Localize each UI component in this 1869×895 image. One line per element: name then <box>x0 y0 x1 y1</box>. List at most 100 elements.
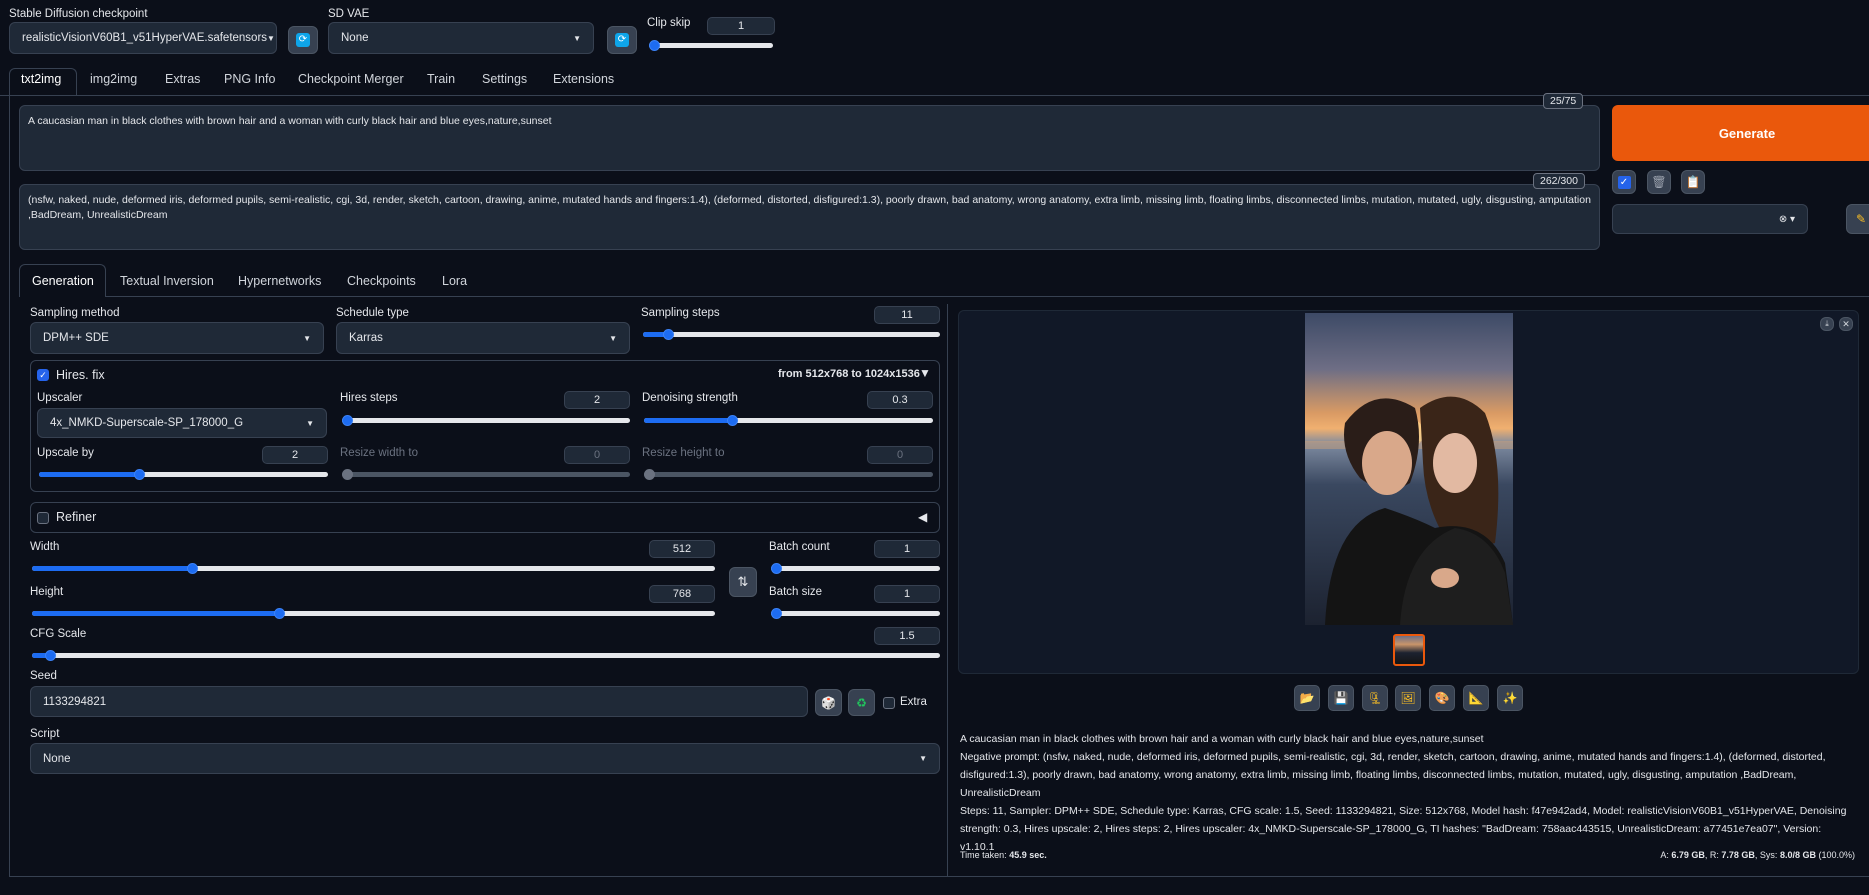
slider-knob[interactable] <box>187 563 198 574</box>
generated-image[interactable] <box>1305 313 1513 625</box>
sampling-method-select[interactable]: DPM++ SDE ▼ <box>30 322 324 354</box>
vram-sys-label: , Sys: <box>1754 850 1780 860</box>
seed-value: 1133294821 <box>43 695 107 708</box>
resize-width-slider[interactable] <box>342 469 630 480</box>
generate-button[interactable]: Generate <box>1612 105 1869 161</box>
tab-extras[interactable]: Extras <box>165 72 200 86</box>
tab-hypernetworks[interactable]: Hypernetworks <box>238 274 321 288</box>
generate-hires-button[interactable]: ✨ <box>1497 685 1523 711</box>
expand-icon[interactable]: ◀ <box>918 510 927 524</box>
vae-select[interactable]: None ▼ <box>328 22 594 54</box>
tab-lora[interactable]: Lora <box>442 274 467 288</box>
chevron-down-icon: ▼ <box>573 33 581 43</box>
save-button[interactable]: 💾 <box>1328 685 1354 711</box>
slider-knob[interactable] <box>45 650 56 661</box>
edit-styles-button[interactable]: ✎ <box>1846 204 1869 234</box>
denoising-input[interactable]: 0.3 <box>867 391 933 409</box>
hires-steps-input[interactable]: 2 <box>564 391 630 409</box>
collapse-icon[interactable]: ▼ <box>919 366 931 380</box>
width-slider[interactable] <box>32 563 715 574</box>
tab-txt2img[interactable]: txt2img <box>21 72 61 86</box>
height-input[interactable]: 768 <box>649 585 715 603</box>
slider-knob[interactable] <box>644 469 655 480</box>
tab-png-info[interactable]: PNG Info <box>224 72 275 86</box>
save-icon: 💾 <box>1333 691 1349 705</box>
close-icon: ✕ <box>1842 318 1850 329</box>
slider-knob[interactable] <box>134 469 145 480</box>
swap-dimensions-button[interactable]: ⇅ <box>729 567 757 597</box>
width-input[interactable]: 512 <box>649 540 715 558</box>
styles-select[interactable]: ⊗ ▾ <box>1612 204 1808 234</box>
tab-checkpoints[interactable]: Checkpoints <box>347 274 416 288</box>
paste-button[interactable]: 📋 <box>1681 170 1705 194</box>
batch-size-slider[interactable] <box>771 608 940 619</box>
sampling-steps-input[interactable]: 11 <box>874 306 940 324</box>
refresh-checkpoint-button[interactable]: ⟳ <box>288 26 318 54</box>
slider-knob[interactable] <box>663 329 674 340</box>
panel-border <box>9 96 10 876</box>
tab-settings[interactable]: Settings <box>482 72 527 86</box>
column-divider <box>947 304 948 876</box>
refiner-checkbox[interactable] <box>37 512 49 524</box>
batch-size-input[interactable]: 1 <box>874 585 940 603</box>
schedule-type-select[interactable]: Karras ▼ <box>336 322 630 354</box>
denoising-slider[interactable] <box>644 415 933 426</box>
resize-height-input[interactable]: 0 <box>867 446 933 464</box>
resize-height-label: Resize height to <box>642 447 725 459</box>
send-to-img2img-button[interactable]: 🖼 <box>1395 685 1421 711</box>
clear-icon[interactable]: ⊗ ▾ <box>1779 214 1795 225</box>
slider-knob[interactable] <box>771 563 782 574</box>
cfg-scale-slider[interactable] <box>32 650 940 661</box>
tab-img2img[interactable]: img2img <box>90 72 137 86</box>
slider-knob[interactable] <box>342 415 353 426</box>
tab-checkpoint-merger[interactable]: Checkpoint Merger <box>298 72 404 86</box>
slider-fill <box>32 611 279 616</box>
height-slider[interactable] <box>32 608 715 619</box>
slider-knob[interactable] <box>342 469 353 480</box>
slider-knob[interactable] <box>771 608 782 619</box>
upscaler-select[interactable]: 4x_NMKD-Superscale-SP_178000_G ▼ <box>37 408 327 438</box>
batch-count-input[interactable]: 1 <box>874 540 940 558</box>
clear-prompt-button[interactable]: 🗑 <box>1647 170 1671 194</box>
download-button[interactable]: ⤓ <box>1820 317 1834 331</box>
tab-train[interactable]: Train <box>427 72 455 86</box>
show-extra-networks-button[interactable]: ✓ <box>1612 170 1636 194</box>
clip-skip-slider[interactable] <box>649 40 773 51</box>
random-seed-button[interactable]: 🎲 <box>815 689 842 716</box>
refresh-vae-button[interactable]: ⟳ <box>607 26 637 54</box>
tab-generation[interactable]: Generation <box>32 274 94 288</box>
slider-knob[interactable] <box>649 40 660 51</box>
prompt-textarea[interactable]: A caucasian man in black clothes with br… <box>19 105 1600 171</box>
checkpoint-select[interactable]: realisticVisionV60B1_v51HyperVAE.safeten… <box>9 22 277 54</box>
script-select[interactable]: None ▼ <box>30 743 940 774</box>
upscale-by-slider[interactable] <box>39 469 328 480</box>
chevron-down-icon: ▼ <box>306 418 314 428</box>
resize-width-input[interactable]: 0 <box>564 446 630 464</box>
batch-count-slider[interactable] <box>771 563 940 574</box>
send-to-inpaint-button[interactable]: 🎨 <box>1429 685 1455 711</box>
hires-fix-checkbox[interactable]: ✓ <box>37 369 49 381</box>
slider-knob[interactable] <box>727 415 738 426</box>
sampling-steps-slider[interactable] <box>643 329 940 340</box>
slider-knob[interactable] <box>274 608 285 619</box>
open-folder-button[interactable]: 📂 <box>1294 685 1320 711</box>
refresh-icon: ⟳ <box>296 33 310 47</box>
palette-icon: 🎨 <box>1434 691 1450 705</box>
reuse-seed-button[interactable]: ♻ <box>848 689 875 716</box>
gallery-thumbnail[interactable] <box>1393 634 1425 666</box>
zip-button[interactable]: 🗜 <box>1362 685 1388 711</box>
chevron-down-icon: ▼ <box>303 333 311 343</box>
batch-count-label: Batch count <box>769 541 830 553</box>
resize-height-slider[interactable] <box>644 469 933 480</box>
tab-extensions[interactable]: Extensions <box>553 72 614 86</box>
seed-input[interactable]: 1133294821 <box>30 686 808 717</box>
extra-seed-checkbox[interactable] <box>883 697 895 709</box>
send-to-extras-button[interactable]: 📐 <box>1463 685 1489 711</box>
tab-textual-inversion[interactable]: Textual Inversion <box>120 274 214 288</box>
upscale-by-input[interactable]: 2 <box>262 446 328 464</box>
negative-prompt-textarea[interactable]: (nsfw, naked, nude, deformed iris, defor… <box>19 184 1600 250</box>
hires-steps-slider[interactable] <box>342 415 630 426</box>
cfg-scale-input[interactable]: 1.5 <box>874 627 940 645</box>
clip-skip-input[interactable]: 1 <box>707 17 775 35</box>
close-button[interactable]: ✕ <box>1839 317 1853 331</box>
